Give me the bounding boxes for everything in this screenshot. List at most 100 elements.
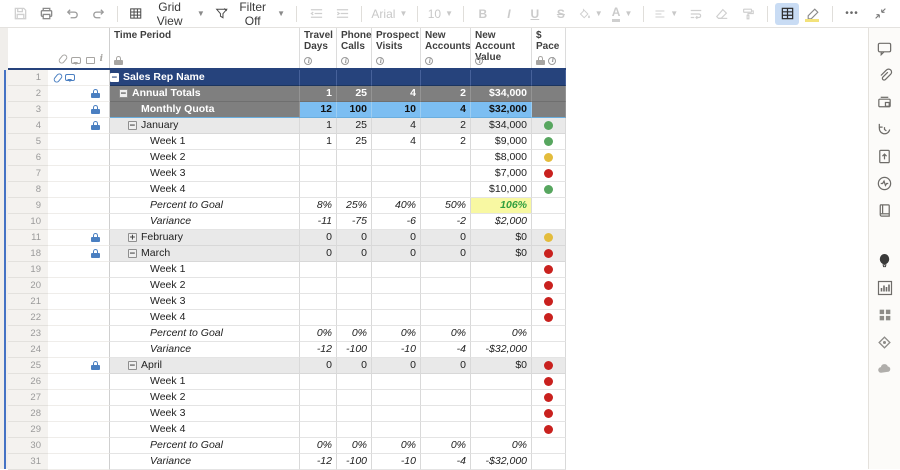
row-number[interactable]: 28 (8, 406, 48, 422)
cell-value[interactable] (300, 278, 337, 294)
cell-value[interactable] (421, 422, 471, 438)
cell-time-period[interactable]: −April (110, 358, 300, 374)
collapse-toggle-icon[interactable]: − (128, 121, 137, 130)
cell-value[interactable] (337, 294, 372, 310)
cell-value[interactable] (372, 422, 421, 438)
cell-value[interactable]: $32,000 (471, 102, 532, 118)
collapse-toggle-icon[interactable]: − (128, 249, 137, 258)
strikethrough-button[interactable]: S (549, 3, 573, 25)
cell-value[interactable]: $7,000 (471, 166, 532, 182)
row-number[interactable]: 27 (8, 390, 48, 406)
cell-pace[interactable] (532, 182, 566, 198)
update-requests-panel-button[interactable] (872, 117, 898, 141)
cell-value[interactable] (471, 310, 532, 326)
cell-pace[interactable] (532, 134, 566, 150)
cell-value[interactable] (372, 310, 421, 326)
cell-value[interactable] (372, 390, 421, 406)
row-number[interactable]: 7 (8, 166, 48, 182)
grid-view-button[interactable]: Grid View ▼ (125, 3, 209, 25)
cell-value[interactable]: 0% (300, 326, 337, 342)
cell-value[interactable]: -$32,000 (471, 454, 532, 470)
cell-value[interactable]: 40% (372, 198, 421, 214)
italic-button[interactable]: I (497, 3, 521, 25)
cell-pace[interactable] (532, 150, 566, 166)
cell-value[interactable]: $0 (471, 358, 532, 374)
row-number[interactable]: 25 (8, 358, 48, 374)
cell-value[interactable]: 0 (421, 358, 471, 374)
cell-value[interactable]: 0 (337, 230, 372, 246)
cell-value[interactable]: 0 (372, 358, 421, 374)
cell-value[interactable] (337, 262, 372, 278)
cell-value[interactable] (421, 406, 471, 422)
cell-time-period[interactable]: Variance (110, 454, 300, 470)
cell-value[interactable]: -100 (337, 454, 372, 470)
attachment-icon[interactable] (52, 72, 63, 84)
cell-value[interactable]: -6 (372, 214, 421, 230)
cell-value[interactable] (421, 294, 471, 310)
cell-value[interactable] (372, 150, 421, 166)
cell-value[interactable]: 106% (471, 198, 532, 214)
cell-value[interactable] (372, 70, 421, 86)
cell-pace[interactable] (532, 102, 566, 118)
cell-value[interactable]: $9,000 (471, 134, 532, 150)
cell-value[interactable]: 2 (421, 118, 471, 134)
cell-value[interactable] (421, 166, 471, 182)
row-number[interactable]: 22 (8, 310, 48, 326)
cell-value[interactable] (421, 278, 471, 294)
row-number[interactable]: 10 (8, 214, 48, 230)
column-header-4[interactable]: New Accounts (421, 28, 471, 68)
column-header-3[interactable]: Prospect Visits (372, 28, 421, 68)
cell-value[interactable] (300, 310, 337, 326)
cell-value[interactable]: $34,000 (471, 86, 532, 102)
cell-time-period[interactable]: Week 3 (110, 294, 300, 310)
cell-value[interactable]: 0 (337, 246, 372, 262)
cell-pace[interactable] (532, 358, 566, 374)
row-number[interactable]: 30 (8, 438, 48, 454)
cell-value[interactable] (337, 374, 372, 390)
cell-value[interactable]: 0% (337, 326, 372, 342)
cell-value[interactable] (300, 166, 337, 182)
row-number[interactable]: 9 (8, 198, 48, 214)
cell-value[interactable]: -$32,000 (471, 342, 532, 358)
apps-button[interactable] (872, 303, 898, 327)
row-number[interactable]: 11 (8, 230, 48, 246)
cell-pace[interactable] (532, 406, 566, 422)
cell-value[interactable] (372, 182, 421, 198)
cell-time-period[interactable]: −March (110, 246, 300, 262)
cell-time-period[interactable]: −January (110, 118, 300, 134)
save-button[interactable] (8, 3, 32, 25)
cell-pace[interactable] (532, 118, 566, 134)
row-info-column-icon[interactable]: i (100, 55, 103, 64)
cell-value[interactable] (372, 278, 421, 294)
summary-panel-button[interactable] (872, 198, 898, 222)
cell-value[interactable]: 4 (372, 86, 421, 102)
cell-value[interactable]: 0 (421, 246, 471, 262)
cell-value[interactable]: 100 (337, 102, 372, 118)
redo-button[interactable] (86, 3, 110, 25)
align-button[interactable]: ▼ (650, 3, 682, 25)
column-header-1[interactable]: Travel Days (300, 28, 337, 68)
cell-time-period[interactable]: Monthly Quota (110, 102, 300, 118)
cell-value[interactable]: 4 (372, 118, 421, 134)
cell-time-period[interactable]: Week 1 (110, 374, 300, 390)
cell-value[interactable]: -4 (421, 454, 471, 470)
row-number[interactable]: 18 (8, 246, 48, 262)
row-number[interactable]: 29 (8, 422, 48, 438)
cell-time-period[interactable]: Week 3 (110, 166, 300, 182)
borders-button[interactable] (775, 3, 799, 25)
cell-value[interactable] (421, 374, 471, 390)
cell-value[interactable] (471, 374, 532, 390)
cell-time-period[interactable]: Week 4 (110, 422, 300, 438)
publish-panel-button[interactable] (872, 144, 898, 168)
cell-time-period[interactable]: Week 2 (110, 390, 300, 406)
cell-value[interactable] (337, 390, 372, 406)
info-icon[interactable] (548, 57, 556, 65)
cell-value[interactable] (421, 150, 471, 166)
cell-value[interactable] (421, 390, 471, 406)
font-size-select[interactable]: 10 ▼ (425, 3, 456, 25)
cell-value[interactable]: 0% (372, 438, 421, 454)
cell-value[interactable]: 0 (372, 246, 421, 262)
cell-value[interactable] (337, 150, 372, 166)
cell-value[interactable]: 1 (300, 118, 337, 134)
cell-value[interactable] (471, 70, 532, 86)
